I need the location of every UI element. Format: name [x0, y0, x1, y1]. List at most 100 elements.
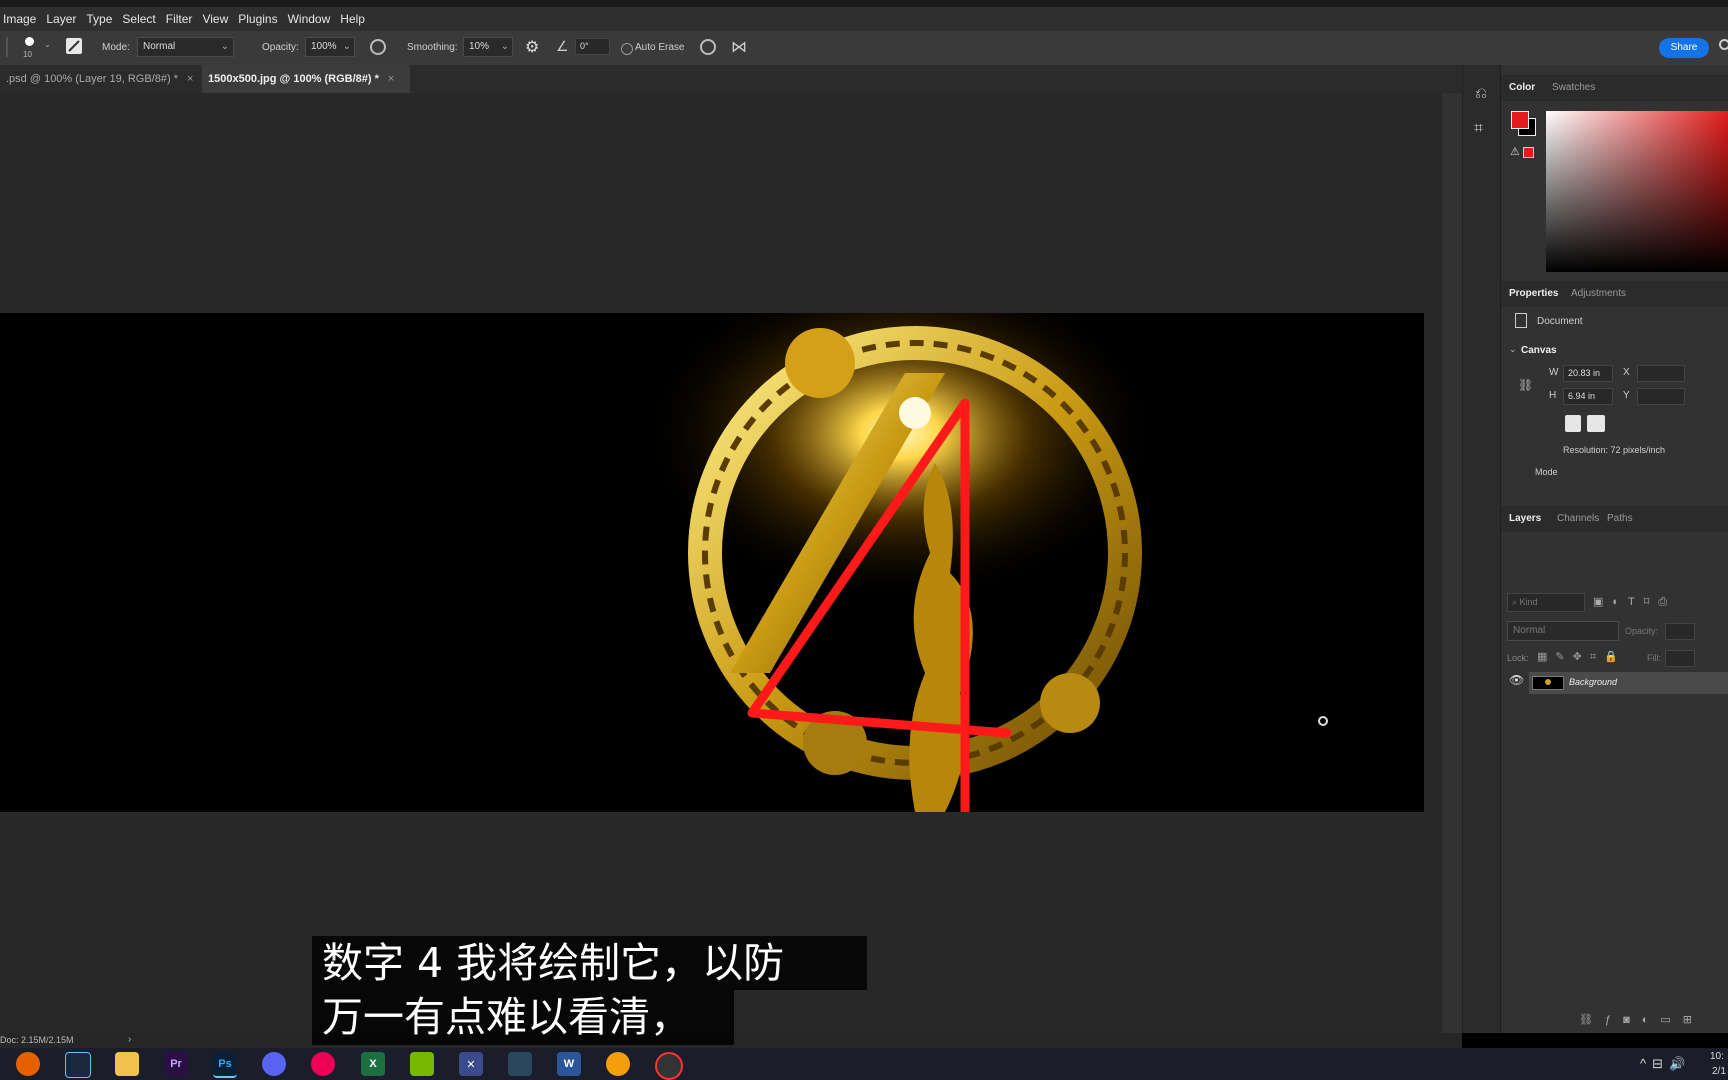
tab-1500x500-label: 1500x500.jpg @ 100% (RGB/8#) *	[208, 73, 379, 85]
link-icon[interactable]: ⛓	[1518, 378, 1533, 392]
subtitle-line-2: 万一有点难以看清，	[312, 990, 734, 1045]
excel-icon[interactable]: X	[361, 1052, 385, 1076]
discord-icon[interactable]	[262, 1052, 286, 1076]
height-input[interactable]: 6.94 in	[1563, 388, 1613, 405]
nvidia-icon[interactable]	[410, 1052, 434, 1076]
document-label: Document	[1537, 316, 1583, 327]
menu-image[interactable]: Image	[3, 12, 36, 26]
lock-icons[interactable]: ▦✎✥⌗🔒	[1537, 650, 1626, 664]
width-input[interactable]: 20.83 in	[1563, 365, 1613, 382]
file-explorer-icon[interactable]	[115, 1052, 139, 1076]
document-icon	[1515, 313, 1527, 328]
share-button[interactable]: Share	[1659, 38, 1709, 58]
layers-panel-tabs: Layers Channels Paths	[1501, 506, 1728, 532]
firefox-icon[interactable]	[16, 1052, 40, 1076]
opacity-input[interactable]: 100% ⌄	[305, 37, 355, 57]
brush-size: 10	[23, 50, 32, 59]
menu-bar: Image Layer Type Select Filter View Plug…	[0, 7, 1728, 31]
fill-label: Fill:	[1647, 653, 1661, 663]
steam-icon[interactable]	[65, 1052, 91, 1078]
document-canvas[interactable]	[0, 313, 1424, 812]
gear-icon[interactable]: ⚙	[525, 37, 539, 57]
angle-input[interactable]: 0°	[575, 38, 610, 55]
fill-input[interactable]	[1665, 650, 1695, 667]
chevron-down-icon: ⌄	[220, 41, 229, 52]
menu-filter[interactable]: Filter	[166, 12, 193, 26]
photoshop-icon[interactable]: Ps	[213, 1052, 237, 1078]
gamut-swatch[interactable]	[1523, 147, 1534, 158]
y-input[interactable]	[1637, 388, 1685, 405]
tab-1500x500[interactable]: 1500x500.jpg @ 100% (RGB/8#) * ×	[202, 65, 410, 93]
panel-icon-strip: ⎌ ⌗	[1462, 65, 1501, 1033]
pressure-size-icon[interactable]	[700, 39, 716, 55]
close-icon[interactable]: ×	[187, 73, 193, 85]
windows-taskbar	[0, 1048, 1728, 1080]
menu-layer[interactable]: Layer	[46, 12, 76, 26]
layer-row[interactable]: Background	[1529, 672, 1728, 694]
brush-settings-icon[interactable]	[66, 38, 82, 54]
word-icon[interactable]: W	[557, 1052, 581, 1076]
tab-layers[interactable]: Layers	[1509, 513, 1541, 524]
tab-paths[interactable]: Paths	[1607, 513, 1633, 524]
mode-select[interactable]: Normal ⌄	[137, 37, 234, 57]
layer-opacity-label: Opacity:	[1625, 626, 1659, 636]
auto-erase-label: Auto Erase	[635, 42, 685, 53]
search-icon: ⌕	[1512, 597, 1520, 607]
layer-opacity-input[interactable]	[1665, 623, 1695, 640]
app-x-icon[interactable]: ✕	[459, 1052, 483, 1076]
app-orange-icon[interactable]	[606, 1052, 630, 1076]
premiere-icon[interactable]: Pr	[164, 1052, 188, 1076]
system-tray-icons[interactable]: ^⊟🔊	[1640, 1056, 1691, 1072]
layer-thumbnail	[1532, 676, 1564, 690]
brush-preset-picker[interactable]: 10 ⌄	[22, 34, 52, 62]
menu-view[interactable]: View	[202, 12, 228, 26]
artboard-icon[interactable]: ⌗	[1474, 120, 1483, 138]
tab-swatches[interactable]: Swatches	[1552, 82, 1595, 93]
pressure-opacity-icon[interactable]	[370, 39, 386, 55]
layer-filter-icons[interactable]: ▣◐T⌑⎙	[1593, 595, 1676, 609]
portrait-orientation-button[interactable]	[1565, 415, 1581, 432]
tab-adjustments[interactable]: Adjustments	[1571, 288, 1626, 299]
tab-color[interactable]: Color	[1509, 82, 1535, 93]
menu-help[interactable]: Help	[340, 12, 365, 26]
resolution-text: Resolution: 72 pixels/inch	[1563, 445, 1666, 455]
tab-psd[interactable]: .psd @ 100% (Layer 19, RGB/8#) * ×	[0, 65, 200, 93]
smoothing-label: Smoothing:	[407, 42, 458, 53]
tab-properties[interactable]: Properties	[1509, 288, 1558, 299]
y-label: Y	[1623, 390, 1630, 401]
history-icon[interactable]: ⎌	[1475, 85, 1487, 102]
blend-mode-select[interactable]: Normal	[1507, 621, 1619, 641]
menu-select[interactable]: Select	[122, 12, 155, 26]
layers-footer-icons[interactable]: ⛓ƒ◙◐▭⊞	[1579, 1013, 1704, 1026]
opacity-value: 100%	[311, 41, 337, 52]
menu-plugins[interactable]: Plugins	[238, 12, 277, 26]
tab-channels[interactable]: Channels	[1557, 513, 1599, 524]
gear-bottom-right	[1040, 673, 1100, 733]
options-divider	[6, 37, 8, 57]
clock-date[interactable]: 2/1	[1712, 1066, 1726, 1077]
color-picker-field[interactable]	[1546, 111, 1728, 272]
symmetry-butterfly-icon[interactable]: ⋈	[731, 37, 747, 57]
landscape-orientation-button[interactable]	[1587, 415, 1605, 432]
layer-filter-search[interactable]: ⌕ Kind	[1507, 593, 1585, 612]
record-icon[interactable]	[655, 1052, 683, 1080]
itunes-icon[interactable]	[311, 1052, 335, 1076]
steam-alt-icon[interactable]	[508, 1052, 532, 1076]
eye-icon[interactable]: 👁	[1509, 673, 1524, 687]
menu-type[interactable]: Type	[86, 12, 112, 26]
layer-filter-placeholder: Kind	[1519, 597, 1538, 607]
width-label: W	[1549, 367, 1559, 378]
smoothing-input[interactable]: 10% ⌄	[463, 37, 513, 57]
clock-time[interactable]: 10:	[1710, 1051, 1724, 1062]
auto-erase-checkbox[interactable]	[621, 43, 633, 55]
menu-window[interactable]: Window	[288, 12, 331, 26]
chevron-right-icon[interactable]: ›	[128, 1034, 131, 1045]
foreground-color-swatch[interactable]	[1511, 111, 1529, 129]
chevron-down-icon[interactable]: ⌄	[1509, 344, 1517, 355]
search-icon[interactable]	[1719, 39, 1728, 50]
mode-value: Normal	[143, 41, 176, 52]
right-panels: Color Swatches ⚠ Properties Adjustments …	[1500, 65, 1728, 1033]
close-icon[interactable]: ×	[388, 73, 394, 85]
x-input[interactable]	[1637, 365, 1685, 382]
vertical-scrollbar[interactable]	[1442, 93, 1462, 1033]
